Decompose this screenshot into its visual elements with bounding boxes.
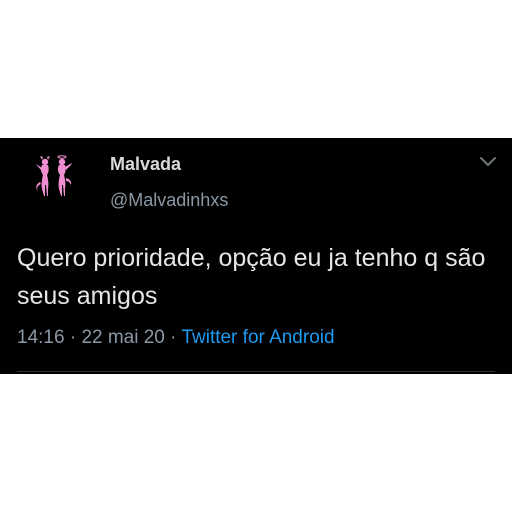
divider — [17, 371, 495, 372]
user-handle[interactable]: @Malvadinhxs — [110, 189, 228, 211]
tweet-source-link[interactable]: Twitter for Android — [181, 327, 334, 348]
meta-separator: · — [64, 327, 82, 348]
tweet-time[interactable]: 14:16 — [17, 327, 65, 348]
display-name[interactable]: Malvada — [110, 153, 181, 175]
chevron-down-icon[interactable] — [478, 155, 498, 169]
meta-separator: · — [164, 327, 182, 348]
tweet-date[interactable]: 22 mai 20 — [81, 327, 164, 348]
tweet-card: Malvada @Malvadinhxs Quero prioridade, o… — [0, 138, 512, 374]
tweet-meta: 14:16 · 22 mai 20 · Twitter for Android — [17, 326, 335, 350]
tweet-text: Quero prioridade, opção eu ja tenho q sã… — [17, 244, 486, 310]
avatar-icon[interactable] — [30, 152, 78, 200]
